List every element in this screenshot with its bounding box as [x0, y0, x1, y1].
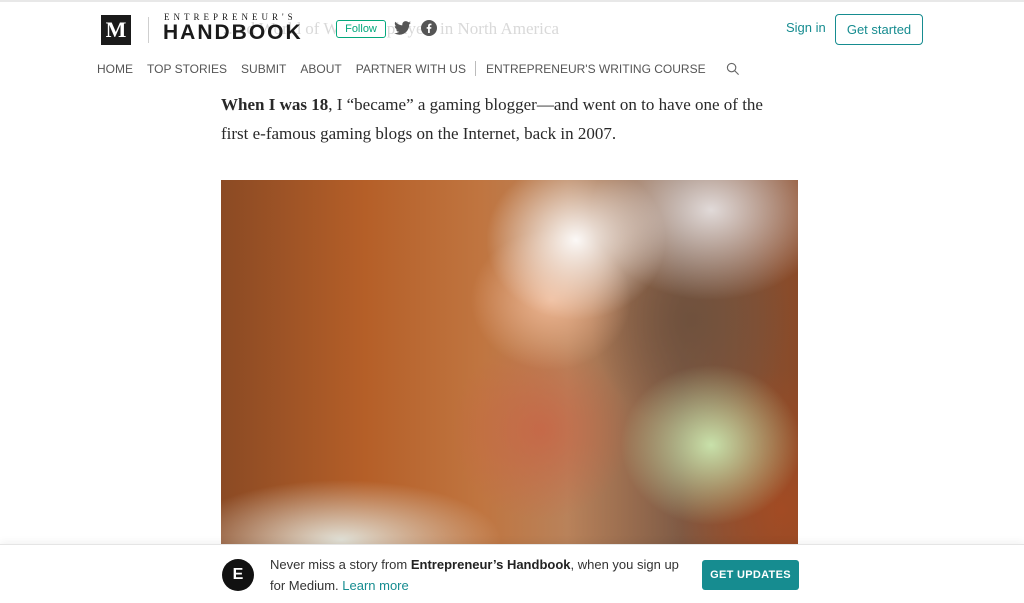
publication-nav: HOME TOP STORIES SUBMIT ABOUT PARTNER WI…	[97, 61, 740, 76]
article-lead-bold: When I was 18	[221, 95, 329, 114]
sign-in-link[interactable]: Sign in	[786, 20, 826, 35]
medium-logo[interactable]: M	[101, 15, 131, 45]
article-paragraph: When I was 18, I “became” a gaming blogg…	[221, 90, 781, 148]
logo-divider	[148, 17, 149, 43]
facebook-icon[interactable]	[420, 19, 438, 37]
nav-item-submit[interactable]: SUBMIT	[241, 62, 286, 76]
follow-button[interactable]: Follow	[336, 20, 386, 38]
nav-item-home[interactable]: HOME	[97, 62, 133, 76]
nav-item-partner[interactable]: PARTNER WITH US	[356, 62, 466, 76]
banner-text-before: Never miss a story from	[270, 557, 411, 572]
article-hero-image[interactable]	[221, 180, 798, 560]
nav-divider	[474, 61, 476, 76]
nav-item-top-stories[interactable]: TOP STORIES	[147, 62, 227, 76]
updates-banner: E Never miss a story from Entrepreneur’s…	[0, 544, 1024, 603]
twitter-icon[interactable]	[393, 19, 411, 37]
get-started-button[interactable]: Get started	[835, 14, 923, 45]
banner-message: Never miss a story from Entrepreneur’s H…	[270, 554, 690, 596]
get-updates-button[interactable]: GET UPDATES	[702, 560, 799, 590]
search-icon[interactable]	[726, 62, 740, 76]
publication-logo-main[interactable]: HANDBOOK	[163, 21, 303, 45]
learn-more-link[interactable]: Learn more	[342, 578, 408, 593]
site-header: M ENTREPRENEUR'S HANDBOOK Follow Sign in…	[0, 2, 1024, 84]
banner-publication-name: Entrepreneur’s Handbook	[410, 557, 571, 572]
publication-badge-icon: E	[222, 559, 254, 591]
nav-item-about[interactable]: ABOUT	[300, 62, 341, 76]
nav-item-writing-course[interactable]: ENTREPRENEUR'S WRITING COURSE	[486, 62, 706, 76]
